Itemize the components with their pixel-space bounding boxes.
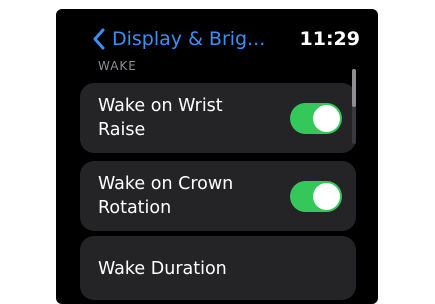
toggle-knob <box>313 105 340 132</box>
wake-duration-row[interactable]: Wake Duration <box>80 236 356 300</box>
clock-time: 11:29 <box>299 28 360 50</box>
scroll-indicator-thumb <box>352 69 356 107</box>
wake-duration-label: Wake Duration <box>98 259 227 279</box>
back-button-title[interactable]: Display & Brig... <box>112 28 265 50</box>
chevron-left-icon[interactable] <box>92 26 110 52</box>
wake-on-wrist-raise-row[interactable]: Wake on Wrist Raise <box>80 83 356 153</box>
navigation-bar: Display & Brig... 11:29 <box>92 25 360 53</box>
section-header-wake: WAKE <box>98 59 137 73</box>
wake-on-wrist-raise-toggle[interactable] <box>290 103 342 134</box>
wake-on-crown-rotation-toggle[interactable] <box>290 181 342 212</box>
toggle-knob <box>313 183 340 210</box>
wake-on-crown-rotation-row[interactable]: Wake on Crown Rotation <box>80 161 356 231</box>
wake-on-crown-rotation-label: Wake on Crown Rotation <box>98 174 234 218</box>
watch-screen: Display & Brig... 11:29 WAKE Wake on Wri… <box>56 9 378 304</box>
scroll-indicator <box>352 69 356 144</box>
wake-on-wrist-raise-label: Wake on Wrist Raise <box>98 96 223 140</box>
